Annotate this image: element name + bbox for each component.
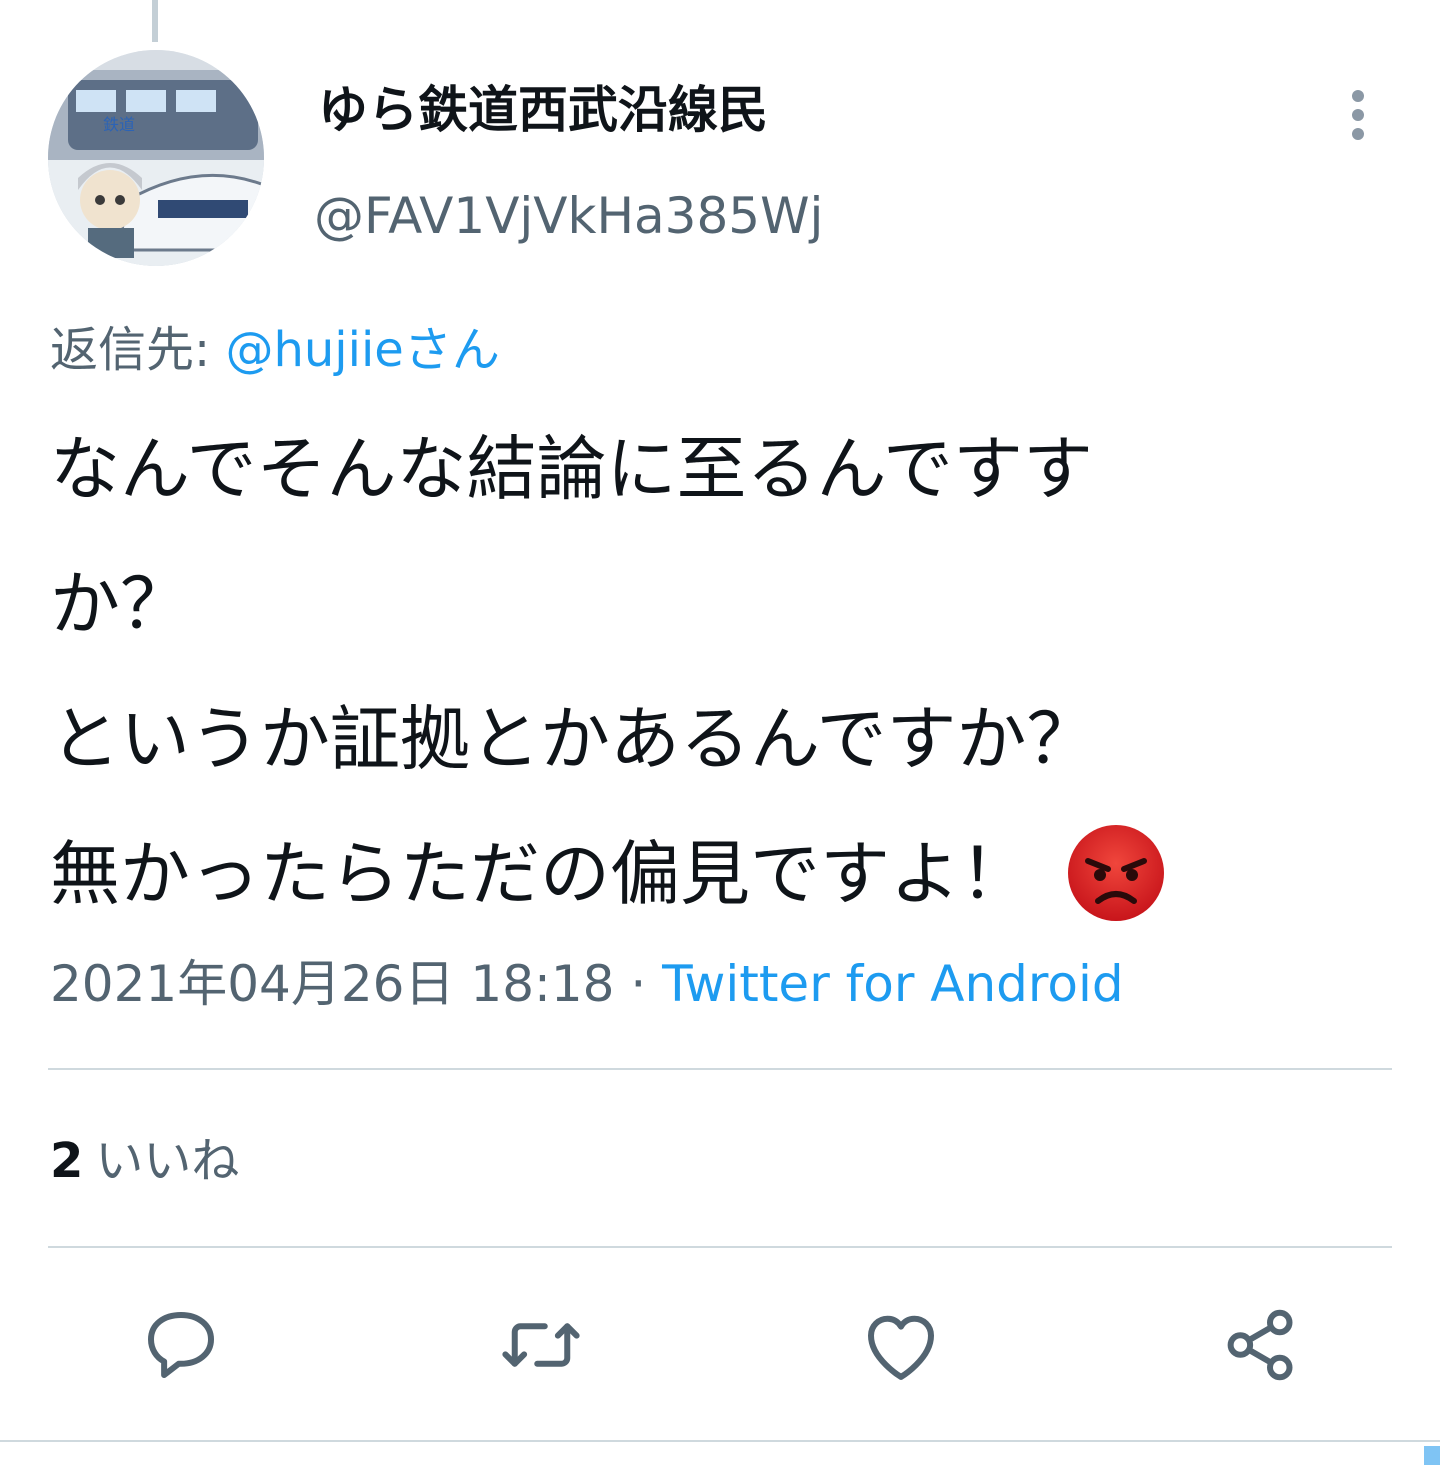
tweet-text: なんでそんな結論に至るんですす か？ というか証拠とかあるんですか？ 無かったら… [50,402,1410,942]
more-dot-icon [1352,128,1364,140]
share-icon [1227,1309,1293,1381]
retweet-icon [502,1323,580,1367]
tweet-meta: 2021年04月26日 18:18 · Twitter for Android [50,946,1124,1022]
tweet-line-text: 無かったらただの偏見ですよ！ [50,833,1030,915]
reply-prefix: 返信先: [50,322,226,378]
display-name[interactable]: ゆら鉄道西武沿線民 [318,72,768,148]
reply-button[interactable] [136,1300,226,1390]
svg-text:鉄道: 鉄道 [103,116,135,134]
angry-face-icon [1068,824,1165,921]
thread-connector-line [152,0,158,42]
heart-icon [868,1315,934,1380]
more-options-button[interactable] [1335,80,1385,150]
tweet-line: か？ [50,563,190,645]
divider [48,1246,1392,1248]
timestamp[interactable]: 2021年04月26日 18:18 [50,955,614,1013]
tweet-line: なんでそんな結論に至るんですす [50,428,1093,510]
more-dot-icon [1352,90,1364,102]
scroll-indicator [1424,1446,1440,1465]
like-button[interactable] [856,1300,946,1390]
meta-separator: · [614,955,663,1013]
more-dot-icon [1352,109,1364,121]
retweet-button[interactable] [496,1300,586,1390]
share-button[interactable] [1216,1300,1306,1390]
avatar[interactable]: 鉄道 [48,50,264,266]
divider [48,1068,1392,1070]
reply-mention-link[interactable]: @hujiieさん [225,322,499,378]
avatar-image: 鉄道 [48,50,264,266]
user-handle[interactable]: @FAV1VjVkHa385Wj [314,178,823,254]
bottom-divider [0,1440,1440,1442]
reply-icon [148,1312,214,1378]
likes-label: いいね [95,1133,240,1189]
likes-count-link[interactable]: 2 いいね [50,1126,239,1196]
source-link[interactable]: Twitter for Android [662,955,1123,1013]
reply-context: 返信先: @hujiieさん [50,312,500,388]
tweet-line-last: 無かったらただの偏見ですよ！ [50,807,1410,942]
tweet-line: というか証拠とかあるんですか？ [50,698,1097,780]
likes-count: 2 [50,1133,84,1189]
